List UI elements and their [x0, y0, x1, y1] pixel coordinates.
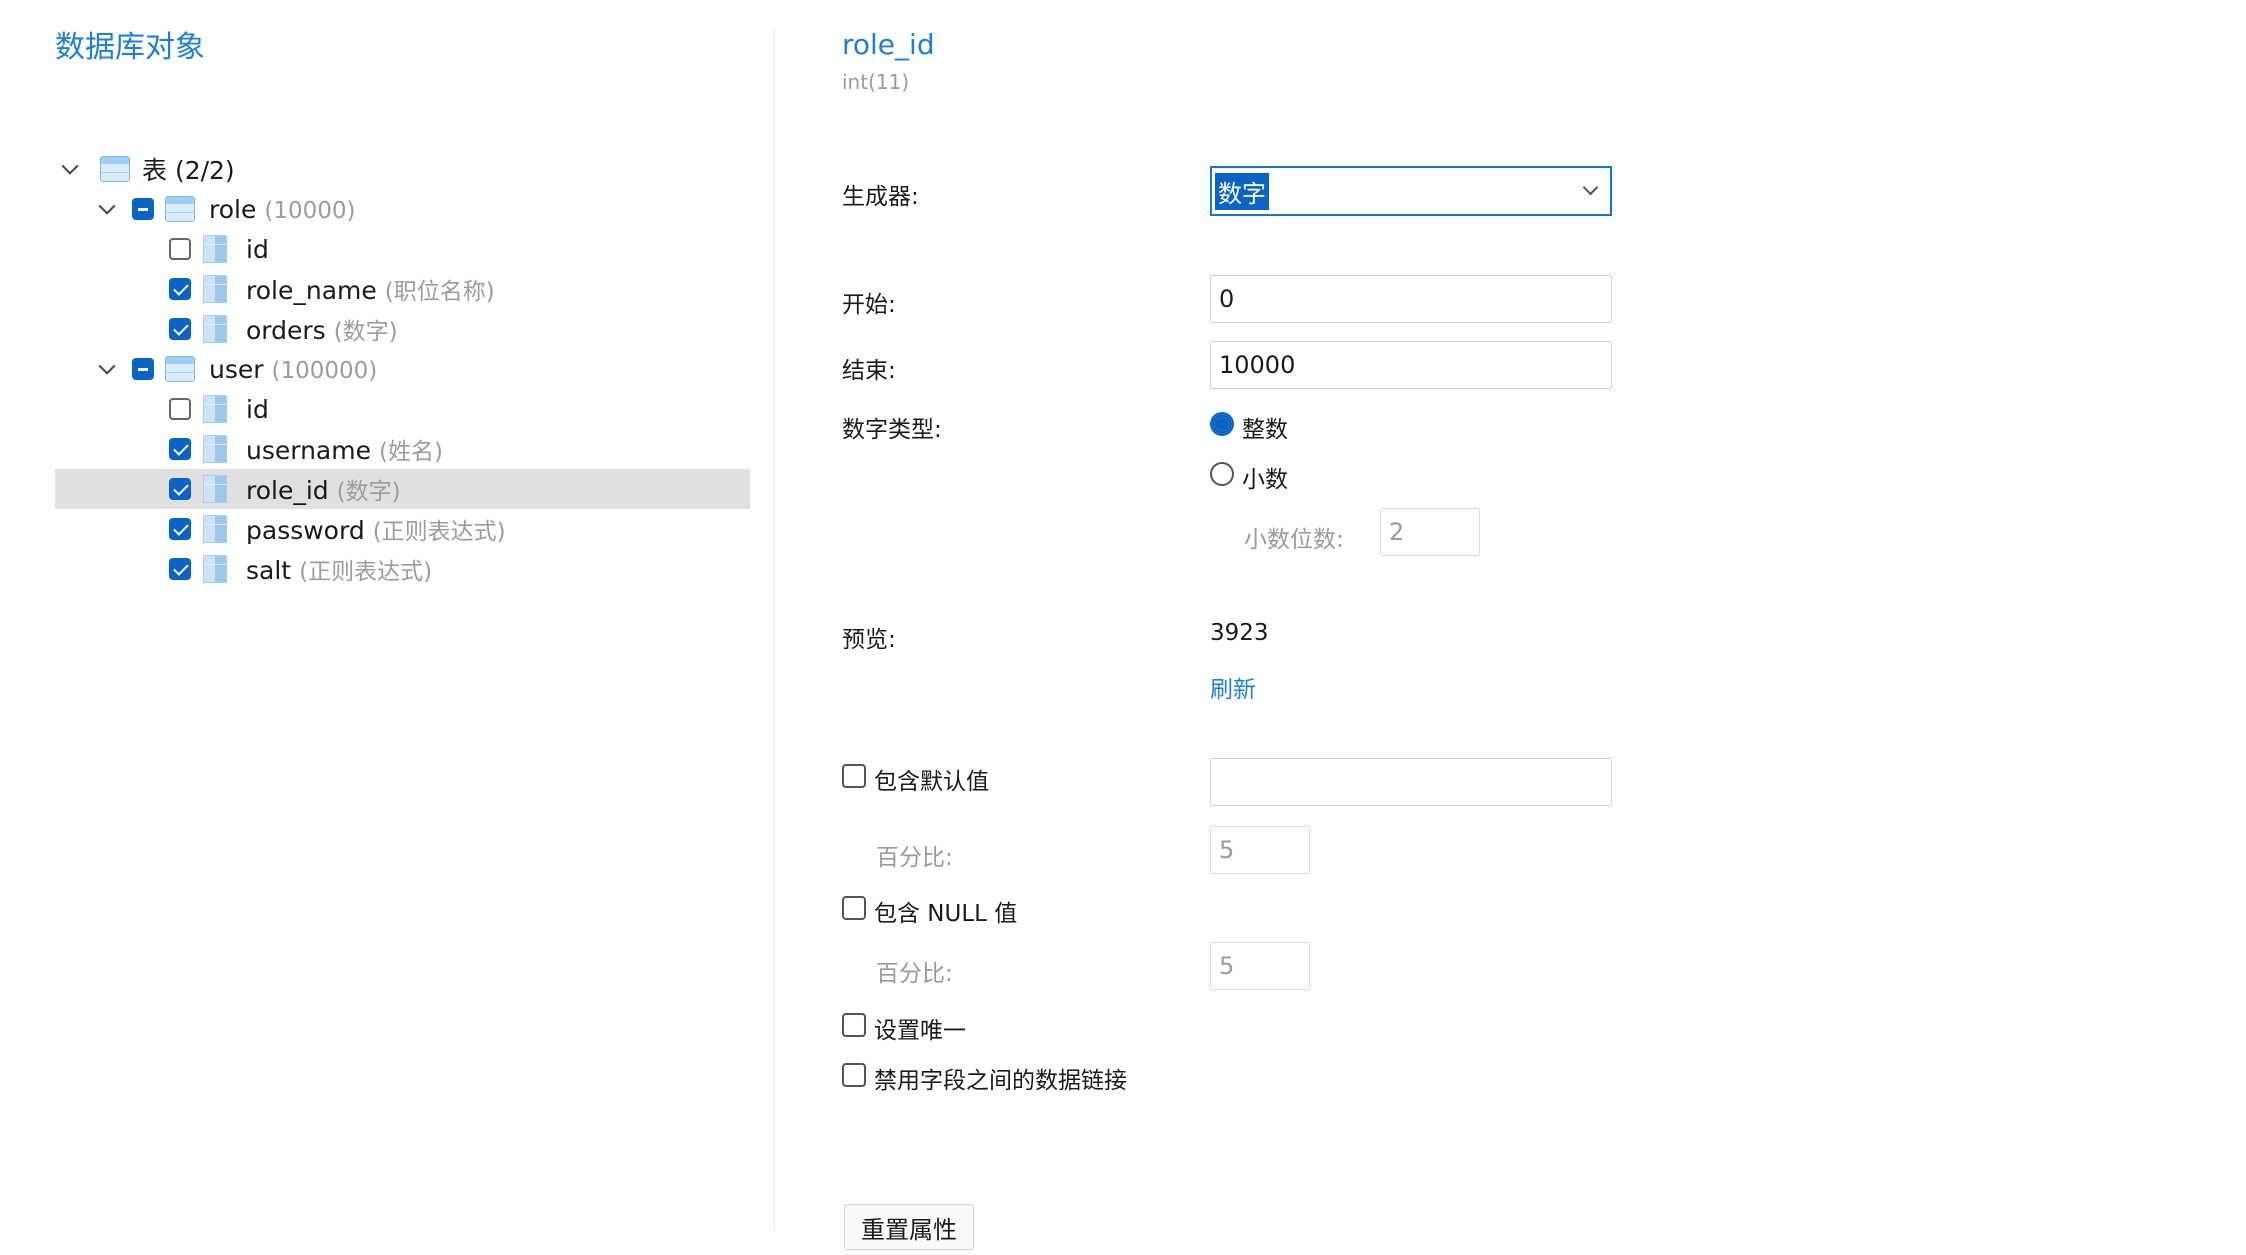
tree-column[interactable]: id	[55, 229, 750, 269]
column-generator-note: (姓名)	[379, 439, 443, 465]
field-name: role_id	[842, 28, 935, 61]
column-icon	[203, 475, 227, 503]
radio-decimal[interactable]	[1210, 462, 1234, 486]
radio-integer[interactable]	[1210, 412, 1234, 436]
preview-value: 3923	[1210, 620, 1269, 646]
generator-label: 生成器:	[842, 184, 919, 210]
chevron-down-icon[interactable]	[94, 196, 120, 222]
field-type: int(11)	[842, 70, 910, 94]
column-generator-note: (职位名称)	[384, 279, 495, 305]
tree-column-selected[interactable]: role_id (数字)	[55, 469, 750, 509]
table-checkbox[interactable]	[132, 198, 154, 220]
null-percent-input[interactable]: 5	[1210, 942, 1310, 990]
column-checkbox[interactable]	[169, 278, 191, 300]
chevron-down-icon[interactable]	[94, 356, 120, 382]
column-name: id	[246, 234, 269, 264]
column-checkbox[interactable]	[169, 438, 191, 460]
number-type-label: 数字类型:	[842, 417, 942, 443]
default-percent-label: 百分比:	[876, 845, 953, 871]
default-value-input[interactable]	[1210, 758, 1612, 806]
decimal-places-input[interactable]: 2	[1380, 508, 1480, 556]
tree-column[interactable]: id	[55, 389, 750, 429]
column-checkbox[interactable]	[169, 478, 191, 500]
column-icon	[203, 395, 227, 423]
include-null-checkbox[interactable]	[842, 896, 866, 920]
include-default-checkbox[interactable]	[842, 764, 866, 788]
column-checkbox[interactable]	[169, 558, 191, 580]
panel-divider	[774, 30, 775, 1230]
start-label: 开始:	[842, 292, 896, 318]
column-generator-note: (数字)	[333, 319, 398, 345]
start-input[interactable]: 0	[1210, 275, 1612, 323]
column-generator-note: (正则表达式)	[299, 559, 433, 585]
tree-table-role[interactable]: role (10000)	[55, 189, 750, 229]
chevron-down-icon[interactable]	[57, 156, 83, 182]
column-name: username	[246, 436, 371, 465]
table-checkbox[interactable]	[132, 358, 154, 380]
include-default-label: 包含默认值	[874, 769, 989, 795]
tree-root-label: 表 (2/2)	[142, 156, 235, 185]
table-icon	[165, 356, 195, 382]
column-name: id	[246, 394, 269, 424]
table-icon	[100, 156, 130, 182]
tree-column[interactable]: role_name (职位名称)	[55, 269, 750, 309]
tree-root[interactable]: 表 (2/2)	[55, 149, 750, 189]
column-checkbox[interactable]	[169, 398, 191, 420]
table-row-count: (100000)	[271, 357, 378, 384]
column-checkbox[interactable]	[169, 238, 191, 260]
panel-title: 数据库对象	[55, 30, 205, 65]
column-icon	[203, 555, 227, 583]
radio-integer-label: 整数	[1242, 417, 1288, 443]
column-icon	[203, 235, 227, 263]
column-icon	[203, 315, 227, 343]
radio-decimal-label: 小数	[1242, 467, 1288, 493]
reset-properties-button[interactable]: 重置属性	[844, 1204, 974, 1250]
column-checkbox[interactable]	[169, 318, 191, 340]
decimal-places-label: 小数位数:	[1244, 527, 1344, 553]
column-icon	[203, 515, 227, 543]
default-percent-input[interactable]: 5	[1210, 826, 1310, 874]
column-generator-note: (正则表达式)	[372, 519, 506, 545]
preview-label: 预览:	[842, 627, 896, 653]
table-row-count: (10000)	[264, 197, 356, 224]
column-name: role_id	[246, 476, 329, 505]
tree-column[interactable]: orders (数字)	[55, 309, 750, 349]
refresh-link[interactable]: 刷新	[1210, 670, 1256, 704]
tree-table-user[interactable]: user (100000)	[55, 349, 750, 389]
unique-checkbox[interactable]	[842, 1013, 866, 1037]
chevron-down-icon[interactable]	[1582, 179, 1599, 196]
column-name: orders	[246, 316, 326, 345]
generator-selected-value: 数字	[1215, 172, 1269, 210]
column-icon	[203, 435, 227, 463]
tree-column[interactable]: salt (正则表达式)	[55, 549, 750, 589]
table-icon	[165, 196, 195, 222]
column-checkbox[interactable]	[169, 518, 191, 540]
column-name: password	[246, 516, 365, 545]
column-name: role_name	[246, 276, 377, 305]
column-generator-note: (数字)	[336, 479, 401, 505]
table-name: role	[209, 194, 257, 224]
column-name: salt	[246, 556, 292, 585]
generator-select[interactable]: 数字	[1210, 166, 1612, 216]
disable-data-link-checkbox[interactable]	[842, 1063, 866, 1087]
tree-column[interactable]: password (正则表达式)	[55, 509, 750, 549]
tree-column[interactable]: username (姓名)	[55, 429, 750, 469]
unique-label: 设置唯一	[874, 1018, 966, 1044]
end-label: 结束:	[842, 358, 896, 384]
end-input[interactable]: 10000	[1210, 341, 1612, 389]
table-name: user	[209, 354, 264, 384]
null-percent-label: 百分比:	[876, 961, 953, 987]
disable-data-link-label: 禁用字段之间的数据链接	[874, 1068, 1127, 1094]
column-icon	[203, 275, 227, 303]
include-null-label: 包含 NULL 值	[874, 901, 1018, 927]
